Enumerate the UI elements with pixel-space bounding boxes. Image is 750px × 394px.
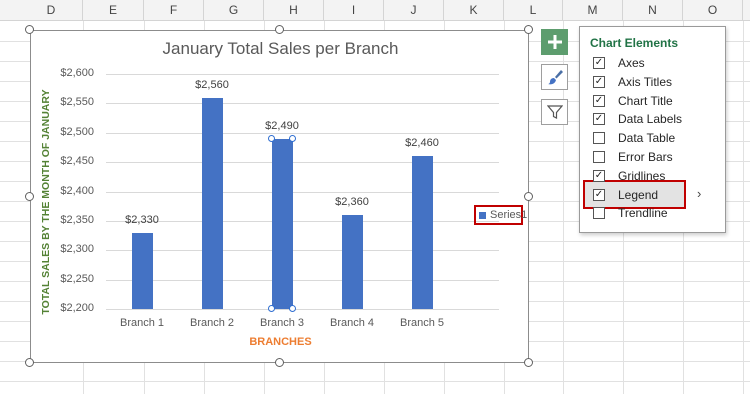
bar-branch-5[interactable] [411, 156, 433, 309]
column-header-g[interactable]: G [204, 0, 264, 21]
chart-element-data-table[interactable]: Data Table [593, 130, 721, 147]
horizontal-gridline [106, 309, 499, 310]
selected-bar-handle[interactable] [267, 305, 275, 312]
column-header-e[interactable]: E [83, 0, 144, 21]
selected-bar-handle[interactable] [267, 134, 275, 142]
selected-bar-handle[interactable] [288, 134, 296, 142]
bar-branch-4[interactable] [341, 215, 363, 309]
chart-element-chart-title[interactable]: ✓ Chart Title [593, 93, 721, 110]
chart-filters-button[interactable] [541, 99, 568, 125]
horizontal-gridline [106, 191, 499, 193]
column-header-j[interactable]: J [384, 0, 444, 21]
column-header-m[interactable]: M [563, 0, 623, 21]
chart-styles-button[interactable] [541, 64, 568, 90]
data-label[interactable]: $2,360 [322, 196, 382, 208]
x-tick-label: Branch 4 [329, 317, 375, 329]
legend-swatch [479, 212, 486, 219]
checkbox[interactable] [593, 207, 605, 220]
chart-element-error-bars[interactable]: Error Bars [593, 149, 721, 166]
bar-branch-1[interactable] [131, 232, 153, 309]
checkbox[interactable]: ✓ [593, 75, 605, 88]
resize-handle[interactable] [274, 358, 284, 367]
selected-bar-handle[interactable] [288, 305, 296, 312]
checkbox[interactable]: ✓ [593, 94, 605, 107]
data-label[interactable]: $2,490 [252, 120, 312, 132]
horizontal-gridline [106, 132, 499, 134]
chart-elements-button[interactable] [541, 29, 568, 55]
chart-element-label: Gridlines [618, 168, 666, 183]
checkbox[interactable]: ✓ [593, 113, 605, 126]
legend-label: Series1 [490, 209, 528, 221]
resize-handle[interactable] [25, 191, 34, 201]
y-axis-title[interactable]: TOTAL SALES BY THE MONTH OF JANUARY [40, 77, 52, 327]
chart-element-legend[interactable]: ✓ Legend [593, 187, 721, 204]
checkbox[interactable] [593, 132, 605, 145]
chart-area[interactable]: January Total Sales per Branch $2,200 $2,… [30, 30, 529, 363]
x-tick-label: Branch 2 [189, 317, 235, 329]
funnel-filter-icon [546, 105, 563, 119]
chevron-right-icon[interactable]: › [697, 186, 701, 201]
x-axis-title[interactable]: BRANCHES [31, 336, 530, 348]
resize-handle[interactable] [524, 191, 533, 201]
data-label[interactable]: $2,460 [392, 137, 452, 149]
checkbox[interactable]: ✓ [593, 57, 605, 69]
chart-element-label: Legend [618, 187, 659, 202]
row-gridline [0, 381, 750, 382]
horizontal-gridline [106, 74, 499, 75]
data-label[interactable]: $2,330 [112, 214, 172, 226]
chart-element-axes[interactable]: ✓ Axes [593, 55, 721, 72]
column-header-l[interactable]: L [504, 0, 563, 21]
resize-handle[interactable] [274, 25, 284, 34]
chart-element-data-labels[interactable]: ✓ Data Labels [593, 111, 721, 128]
chart-element-trendline[interactable]: Trendline [593, 205, 721, 222]
x-tick-label: Branch 1 [119, 317, 165, 329]
chart-element-label: Axis Titles [618, 74, 673, 89]
chart-element-label: Error Bars [618, 150, 673, 164]
checkbox[interactable]: ✓ [593, 188, 605, 201]
chart-element-label: Axes [618, 56, 645, 70]
plus-icon [547, 35, 562, 49]
column-header-h[interactable]: H [264, 0, 324, 21]
chart-element-label: Chart Title [618, 93, 673, 108]
column-header-bar: DEFGHIJKLMNO [0, 0, 750, 21]
chart-element-label: Data Table [618, 131, 676, 146]
column-header-k[interactable]: K [444, 0, 504, 21]
spreadsheet: DEFGHIJKLMNO January Total Sales per Bra… [0, 0, 750, 394]
resize-handle[interactable] [25, 358, 34, 367]
horizontal-gridline [106, 279, 499, 281]
column-header-i[interactable]: I [324, 0, 384, 21]
checkbox[interactable] [593, 151, 605, 163]
column-header-o[interactable]: O [683, 0, 743, 21]
chart-legend[interactable]: Series1 [474, 205, 527, 225]
x-tick-label: Branch 5 [399, 317, 445, 329]
bar-branch-2[interactable] [201, 97, 223, 309]
column-header-f[interactable]: F [144, 0, 204, 21]
column-header-d[interactable]: D [20, 0, 83, 21]
resize-handle[interactable] [25, 25, 34, 34]
resize-handle[interactable] [524, 25, 533, 34]
horizontal-gridline [106, 103, 499, 105]
data-label[interactable]: $2,560 [182, 79, 242, 91]
column-gridline [743, 21, 744, 394]
horizontal-gridline [106, 250, 499, 252]
chart-element-label: Data Labels [618, 112, 683, 127]
x-tick-label: Branch 3 [259, 317, 305, 329]
bar-branch-3[interactable] [271, 138, 293, 309]
column-header-n[interactable]: N [623, 0, 683, 21]
resize-handle[interactable] [524, 358, 533, 367]
chart-title[interactable]: January Total Sales per Branch [31, 39, 530, 59]
chart-element-gridlines[interactable]: ✓ Gridlines [593, 168, 721, 185]
paintbrush-icon [547, 70, 563, 85]
panel-title: Chart Elements [590, 36, 679, 50]
checkbox[interactable]: ✓ [593, 169, 605, 182]
chart-element-label: Trendline [618, 206, 668, 221]
horizontal-gridline [106, 162, 499, 164]
chart-element-axis-titles[interactable]: ✓ Axis Titles [593, 74, 721, 91]
